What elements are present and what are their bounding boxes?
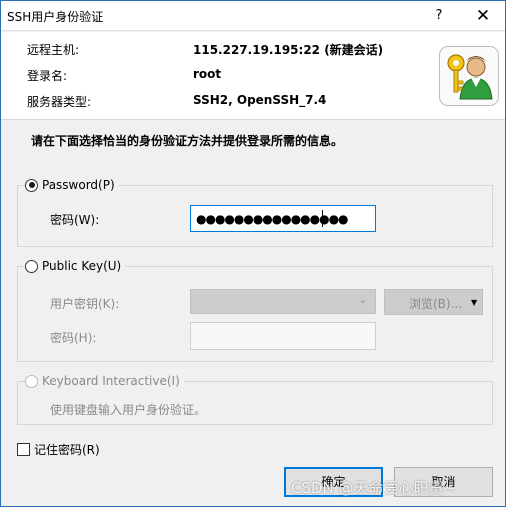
- password-radio-row[interactable]: Password(P): [25, 178, 119, 192]
- server-type-value: SSH2, OpenSSH_7.4: [193, 93, 327, 107]
- help-button[interactable]: ?: [421, 1, 457, 31]
- login-label: 登录名:: [27, 69, 68, 83]
- close-button[interactable]: ✕: [462, 1, 504, 31]
- chevron-down-icon: ⌄: [358, 295, 367, 306]
- window-title: SSH用户身份验证: [7, 10, 104, 24]
- passphrase-label: 密码(H):: [50, 331, 97, 345]
- user-key-label: 用户密钥(K):: [50, 297, 120, 311]
- title-bar: SSH用户身份验证 ? ✕: [1, 1, 505, 31]
- browse-button[interactable]: 浏览(B)... ▼: [384, 289, 483, 315]
- keyboard-radio[interactable]: [25, 374, 38, 388]
- remote-host-label: 远程主机:: [27, 43, 80, 57]
- password-radio-label: Password(P): [42, 178, 115, 192]
- server-type-label: 服务器类型:: [27, 95, 92, 109]
- publickey-radio-row[interactable]: Public Key(U): [25, 259, 126, 273]
- watermark-text: CSDN @天命爱心职责~: [291, 479, 457, 497]
- text-caret: [322, 210, 323, 227]
- dropdown-arrow-icon: ▼: [471, 298, 478, 307]
- browse-button-label: 浏览(B)...: [409, 297, 463, 311]
- ssh-auth-dialog: SSH用户身份验证 ? ✕ 远程主机: 115.227.19.195:22 (新…: [0, 0, 506, 507]
- instruction-text: 请在下面选择恰当的身份验证方法并提供登录所需的信息。: [31, 134, 344, 148]
- password-masked-value: ●●●●●●●●●●●●●●●●: [196, 212, 349, 226]
- password-input[interactable]: ●●●●●●●●●●●●●●●●: [190, 205, 376, 232]
- remember-password-row[interactable]: 记住密码(R): [17, 441, 100, 458]
- remember-password-checkbox[interactable]: [17, 443, 30, 456]
- password-field-label: 密码(W):: [50, 213, 100, 227]
- publickey-radio-label: Public Key(U): [42, 259, 122, 273]
- password-radio[interactable]: [25, 178, 38, 192]
- remember-password-label: 记住密码(R): [34, 443, 100, 457]
- passphrase-input[interactable]: [190, 322, 376, 350]
- connection-info-panel: 远程主机: 115.227.19.195:22 (新建会话) 登录名: root…: [1, 32, 505, 120]
- publickey-radio[interactable]: [25, 259, 38, 273]
- user-key-icon: [439, 46, 499, 106]
- login-value: root: [193, 67, 222, 81]
- keyboard-description: 使用键盘输入用户身份验证。: [50, 403, 207, 417]
- keyboard-radio-label: Keyboard Interactive(I): [42, 374, 180, 388]
- remote-host-value: 115.227.19.195:22 (新建会话): [193, 43, 384, 57]
- keyboard-radio-row[interactable]: Keyboard Interactive(I): [25, 374, 184, 388]
- user-key-select[interactable]: ⌄: [190, 289, 376, 314]
